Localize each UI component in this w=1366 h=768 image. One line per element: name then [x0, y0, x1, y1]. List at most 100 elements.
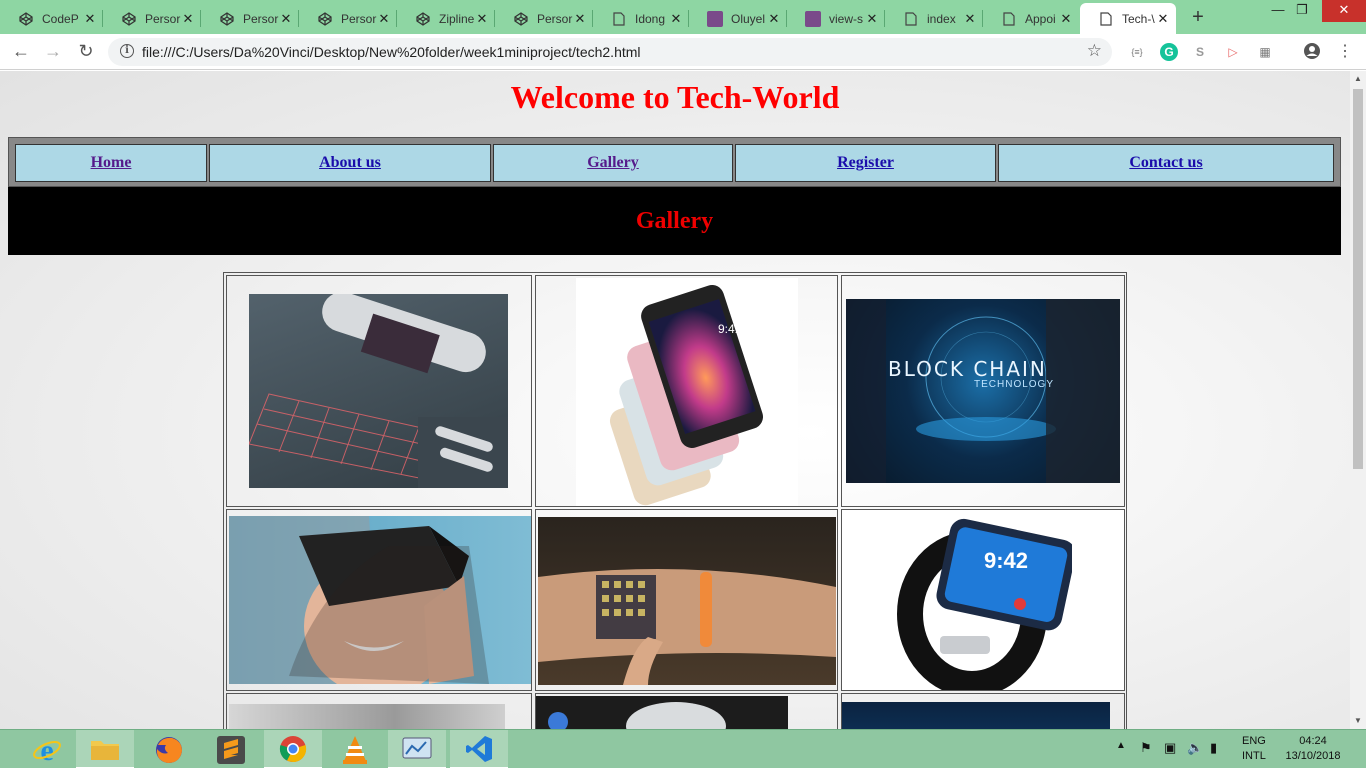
tab-title: view-s — [829, 11, 864, 26]
cast-extension-icon[interactable]: ▷ — [1224, 43, 1242, 61]
grammarly-icon[interactable]: G — [1160, 43, 1178, 61]
codepen-icon — [415, 11, 431, 27]
tab-close-icon[interactable]: ✕ — [377, 11, 391, 27]
nav-link-contact[interactable]: Contact us — [1129, 154, 1202, 172]
tab-personal-3[interactable]: Persor ✕ — [299, 3, 397, 34]
tab-personal-4[interactable]: Persor ✕ — [495, 3, 593, 34]
nav-cell-register: Register — [735, 144, 996, 182]
bookmark-star-icon[interactable]: ☆ — [1087, 41, 1102, 61]
file-explorer-icon[interactable] — [76, 730, 134, 768]
forward-icon[interactable]: → — [41, 40, 65, 64]
tab-close-icon[interactable]: ✕ — [1059, 11, 1073, 27]
keyboard-layout-text: INTL — [1242, 750, 1266, 762]
reload-icon[interactable]: ↻ — [74, 40, 98, 64]
section-heading: Gallery — [635, 207, 714, 234]
scrollbar-thumb[interactable] — [1353, 89, 1363, 469]
vscode-icon[interactable] — [450, 730, 508, 768]
avatar-icon — [805, 10, 821, 27]
svg-text:e: e — [40, 735, 53, 765]
document-icon — [611, 11, 627, 27]
tab-appointment[interactable]: Appoi ✕ — [983, 3, 1079, 34]
new-tab-button[interactable]: + — [1186, 6, 1210, 30]
windows-taskbar: e ▲ ⚑ ▣ 🔈 ▮ ENG INTL 04:24 13/10/2018 — [0, 729, 1366, 768]
show-hidden-icons[interactable]: ▲ — [1116, 740, 1126, 768]
tab-view-source[interactable]: view-s ✕ — [787, 3, 885, 34]
volume-icon[interactable]: 🔈 — [1187, 740, 1203, 768]
tab-tech-world[interactable]: Tech-\ ✕ — [1080, 3, 1176, 34]
scroll-up-icon[interactable]: ▲ — [1350, 71, 1366, 87]
profile-icon[interactable] — [1302, 42, 1322, 62]
tab-idong[interactable]: Idong ✕ — [593, 3, 689, 34]
language-text: ENG — [1242, 735, 1266, 747]
language-indicator[interactable]: ENG INTL — [1242, 735, 1266, 768]
tab-title: Persor — [145, 11, 181, 26]
browser-toolbar: ← → ↻ i file:///C:/Users/Da%20Vinci/Desk… — [0, 34, 1366, 70]
tab-title: Persor — [341, 11, 377, 26]
firefox-icon[interactable] — [140, 730, 198, 768]
internet-explorer-icon[interactable]: e — [18, 730, 76, 768]
tab-title: Appoi — [1025, 11, 1056, 26]
smartwatch-image: 9:42 — [892, 514, 1072, 690]
document-icon — [903, 11, 919, 27]
iphone-se-image: 9:41 — [576, 278, 798, 506]
gallery-cell: BLOCK CHAIN TECHNOLOGY — [841, 275, 1125, 507]
scroll-down-icon[interactable]: ▼ — [1350, 713, 1366, 729]
gallery-cell — [535, 693, 838, 729]
tab-close-icon[interactable]: ✕ — [767, 11, 781, 27]
back-icon[interactable]: ← — [9, 40, 33, 64]
json-extension-icon[interactable]: {≡} — [1128, 43, 1146, 61]
tab-close-icon[interactable]: ✕ — [573, 11, 587, 27]
tab-personal-2[interactable]: Persor ✕ — [201, 3, 299, 34]
tab-close-icon[interactable]: ✕ — [83, 11, 97, 27]
gallery-cell — [226, 693, 532, 729]
nav-link-home[interactable]: Home — [91, 154, 132, 172]
menu-icon[interactable]: ⋮ — [1336, 43, 1354, 61]
clock[interactable]: 04:24 13/10/2018 — [1282, 735, 1344, 768]
flag-icon[interactable]: ⚑ — [1140, 740, 1152, 768]
control-panel-icon[interactable] — [388, 730, 446, 768]
codepen-icon — [121, 11, 137, 27]
codepen-icon — [219, 11, 235, 27]
tab-personal-1[interactable]: Persor ✕ — [103, 3, 201, 34]
extension-icon[interactable]: ▦ — [1256, 43, 1274, 61]
chrome-icon[interactable] — [264, 730, 322, 768]
tab-zipline[interactable]: Zipline ✕ — [397, 3, 495, 34]
block-chain-text: BLOCK CHAIN — [888, 357, 1047, 381]
tab-strip: CodeP ✕ Persor ✕ Persor ✕ Persor ✕ Zipli… — [0, 0, 1366, 34]
tab-close-icon[interactable]: ✕ — [669, 11, 683, 27]
st-extension-icon[interactable]: S — [1191, 43, 1209, 61]
url-text[interactable]: file:///C:/Users/Da%20Vinci/Desktop/New%… — [142, 44, 641, 60]
tab-oluyel[interactable]: Oluyel ✕ — [689, 3, 787, 34]
close-window-button[interactable]: ✕ — [1322, 0, 1366, 22]
nav-link-register[interactable]: Register — [837, 154, 894, 172]
vlc-icon[interactable] — [326, 730, 384, 768]
technology-text: TECHNOLOGY — [974, 379, 1055, 390]
tab-close-icon[interactable]: ✕ — [865, 11, 879, 27]
power-icon[interactable]: ▮ — [1210, 740, 1217, 768]
gallery-image — [229, 704, 505, 729]
laser-keyboard-image — [249, 294, 508, 488]
network-icon[interactable]: ▣ — [1164, 740, 1176, 768]
codepen-icon — [513, 11, 529, 27]
phone-clock-text: 9:41 — [718, 322, 742, 336]
tab-title: Persor — [243, 11, 279, 26]
gallery-cell — [226, 275, 532, 507]
nav-link-gallery[interactable]: Gallery — [587, 154, 639, 172]
gallery-image — [536, 696, 788, 729]
info-icon[interactable]: i — [120, 44, 134, 58]
restore-button[interactable]: ❐ — [1280, 0, 1324, 22]
tab-close-icon[interactable]: ✕ — [475, 11, 489, 27]
tab-close-icon[interactable]: ✕ — [1156, 11, 1170, 27]
tab-codepen[interactable]: CodeP ✕ — [0, 3, 103, 34]
tab-close-icon[interactable]: ✕ — [181, 11, 195, 27]
section-banner: Gallery — [8, 187, 1341, 255]
address-bar[interactable]: i file:///C:/Users/Da%20Vinci/Desktop/Ne… — [108, 38, 1112, 66]
sublime-text-icon[interactable] — [202, 730, 260, 768]
nav-table: Home About us Gallery Register Contact u… — [8, 137, 1341, 187]
nav-link-about[interactable]: About us — [319, 154, 381, 172]
tab-index[interactable]: index ✕ — [885, 3, 983, 34]
tab-close-icon[interactable]: ✕ — [279, 11, 293, 27]
vertical-scrollbar[interactable]: ▲ ▼ — [1350, 71, 1366, 729]
tab-close-icon[interactable]: ✕ — [963, 11, 977, 27]
nav-cell-home: Home — [15, 144, 207, 182]
